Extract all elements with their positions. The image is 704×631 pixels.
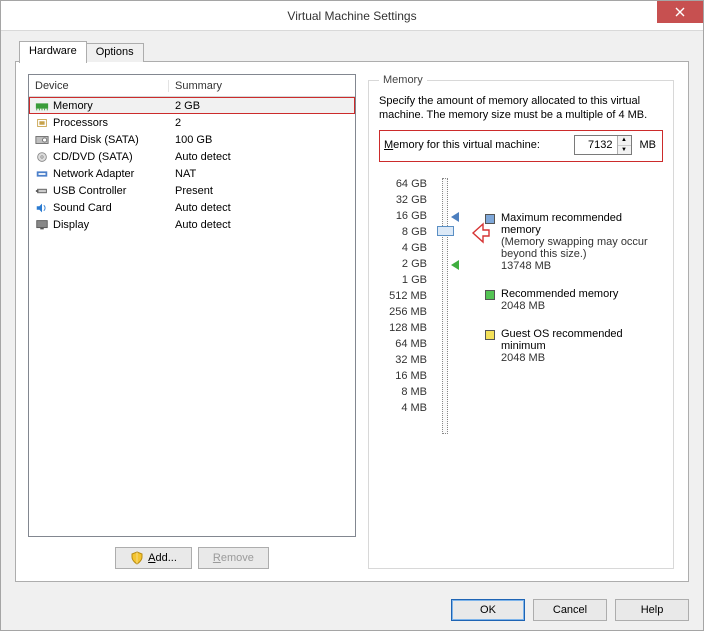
spinner-arrows[interactable]: ▲▼ [617,136,631,154]
legend-max: Maximum recommended memory (Memory swapp… [485,212,663,272]
spin-down-icon[interactable]: ▼ [618,146,631,155]
title-bar: Virtual Machine Settings [1,1,703,31]
settings-window: Virtual Machine Settings Hardware Option… [0,0,704,631]
device-row-sound[interactable]: Sound Card Auto detect [29,199,355,216]
spin-up-icon[interactable]: ▲ [618,136,631,146]
right-column: Memory Specify the amount of memory allo… [366,74,676,569]
memory-input[interactable] [575,136,617,154]
memory-input-row: Memory for this virtual machine: ▲▼ MB [379,130,663,162]
device-name: USB Controller [53,185,126,197]
help-button[interactable]: Help [615,599,689,621]
memory-slider[interactable] [442,178,448,434]
tab-options[interactable]: Options [86,43,144,62]
slider-thumb[interactable] [437,226,454,236]
memory-legend: Memory [379,74,427,86]
tab-row: Hardware Options [19,41,689,62]
device-name: Processors [53,117,108,129]
device-summary: Auto detect [169,219,355,231]
memory-intro: Specify the amount of memory allocated t… [379,94,663,122]
device-row-memory[interactable]: Memory 2 GB [29,97,355,114]
device-list[interactable]: Device Summary Memory 2 GB Processors 2 … [28,74,356,537]
hardware-panel: Device Summary Memory 2 GB Processors 2 … [15,61,689,582]
device-summary: Auto detect [169,202,355,214]
device-name: Hard Disk (SATA) [53,134,139,146]
sound-icon [35,202,49,214]
memory-scale: 64 GB 32 GB 16 GB 8 GB 4 GB 2 GB 1 GB 51… [379,176,663,416]
device-summary: 100 GB [169,134,355,146]
col-device[interactable]: Device [29,80,169,92]
close-button[interactable] [657,1,703,23]
window-title: Virtual Machine Settings [1,9,703,23]
device-row-network[interactable]: Network Adapter NAT [29,165,355,182]
square-green-icon [485,290,495,300]
tab-hardware[interactable]: Hardware [19,41,87,63]
device-summary: 2 [169,117,355,129]
marker-rec-icon [451,260,463,270]
processor-icon [35,117,49,129]
legend-guest: Guest OS recommended minimum 2048 MB [485,328,663,364]
remove-button[interactable]: Remove [198,547,269,569]
tick-labels: 64 GB 32 GB 16 GB 8 GB 4 GB 2 GB 1 GB 51… [379,176,433,416]
device-row-cddvd[interactable]: CD/DVD (SATA) Auto detect [29,148,355,165]
cancel-button[interactable]: Cancel [533,599,607,621]
display-icon [35,219,49,231]
legend-rec: Recommended memory 2048 MB [485,288,663,312]
device-summary: NAT [169,168,355,180]
harddisk-icon [35,134,49,146]
device-row-usb[interactable]: USB Controller Present [29,182,355,199]
square-yellow-icon [485,330,495,340]
device-summary: Present [169,185,355,197]
device-summary: Auto detect [169,151,355,163]
legend-column: Maximum recommended memory (Memory swapp… [461,176,663,416]
device-name: Sound Card [53,202,112,214]
usb-icon [35,185,49,197]
col-summary[interactable]: Summary [169,80,355,92]
cd-icon [35,151,49,163]
device-name: Display [53,219,89,231]
network-icon [35,168,49,180]
memory-unit: MB [640,139,657,151]
add-button[interactable]: Add... [115,547,192,569]
marker-max-icon [451,212,463,222]
device-name: Network Adapter [53,168,134,180]
shield-icon [130,551,144,565]
callout-arrow-icon [471,222,491,244]
slider-track-column [433,176,461,416]
memory-icon [35,100,49,112]
memory-group: Memory Specify the amount of memory allo… [368,74,674,569]
add-remove-row: Add... Remove [28,547,356,569]
device-row-harddisk[interactable]: Hard Disk (SATA) 100 GB [29,131,355,148]
device-list-header: Device Summary [29,75,355,97]
left-column: Device Summary Memory 2 GB Processors 2 … [28,74,356,569]
device-row-display[interactable]: Display Auto detect [29,216,355,233]
device-row-processors[interactable]: Processors 2 [29,114,355,131]
ok-button[interactable]: OK [451,599,525,621]
remove-label: Remove [213,552,254,564]
device-summary: 2 GB [169,100,355,112]
memory-spinner[interactable]: ▲▼ [574,135,632,155]
close-icon [675,7,685,17]
dialog-body: Hardware Options Device Summary Memory 2… [1,31,703,590]
device-name: Memory [53,100,93,112]
memory-label: Memory for this virtual machine: [384,139,540,151]
dialog-buttons: OK Cancel Help [1,590,703,630]
device-name: CD/DVD (SATA) [53,151,133,163]
add-label: Add... [148,552,177,564]
